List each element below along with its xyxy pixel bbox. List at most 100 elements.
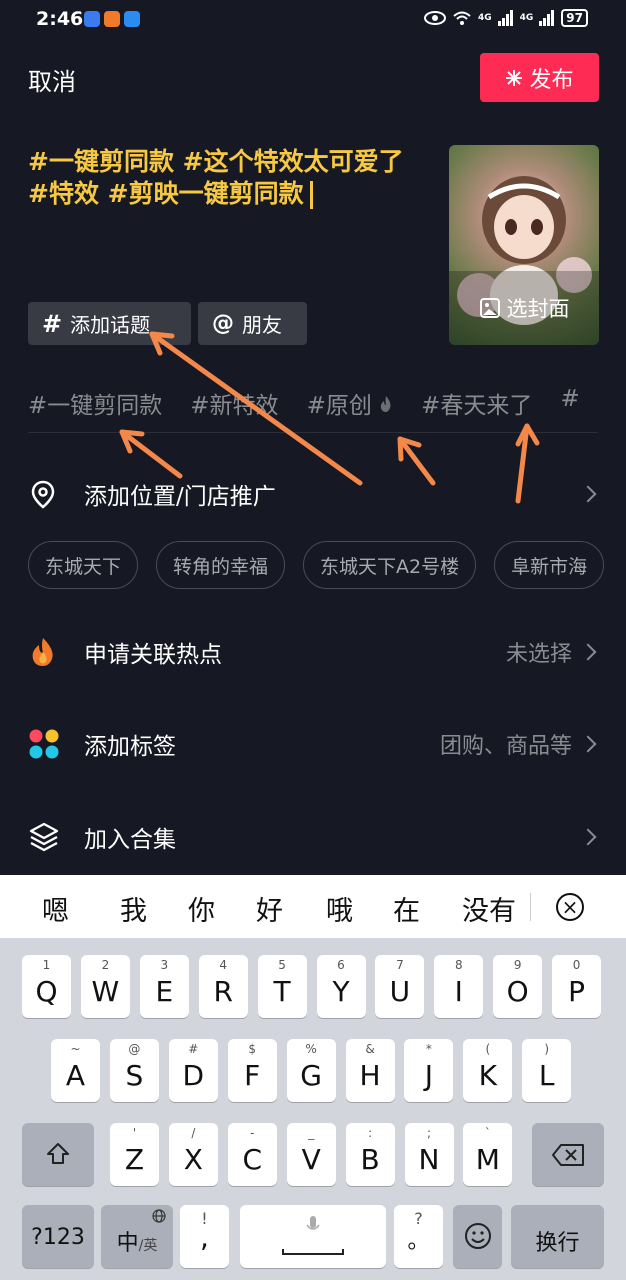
microphone-icon [306,1216,320,1230]
language-key[interactable]: 中/英 [101,1205,173,1268]
cover-thumbnail[interactable]: 选封面 [449,145,599,345]
key-label: F [244,1059,261,1092]
punctuation-key-label: , [200,1221,209,1254]
cancel-button[interactable]: 取消 [28,62,76,97]
key-w[interactable]: 2W [80,955,130,1018]
space-key[interactable] [240,1205,386,1268]
key-label: B [360,1143,380,1176]
status-time: 2:46 [36,8,84,30]
key-alt-label: % [305,1042,317,1056]
sparkle-icon [506,69,523,86]
caption-line-1: #一键剪同款 #这个特效太可爱了 [28,147,404,176]
key-alt-label: _ [308,1126,315,1140]
key-alt-label: 9 [513,958,522,972]
key-e[interactable]: 3E [139,955,189,1018]
close-candidates-icon[interactable]: × [556,893,584,921]
key-label: E [155,975,174,1008]
key-alt-label: ( [485,1042,491,1056]
ime-candidate[interactable]: 嗯 [42,889,69,928]
key-k[interactable]: (K [463,1039,513,1102]
key-alt-label: 3 [160,958,169,972]
key-u[interactable]: 7U [375,955,425,1018]
key-f[interactable]: $ F [227,1039,277,1102]
key-h[interactable]: & H [345,1039,395,1102]
backspace-key[interactable] [532,1123,604,1186]
key-label: W [91,975,120,1008]
key-alt-label: @ [128,1042,141,1056]
key-alt-label: ; [426,1126,432,1140]
key-g[interactable]: % G [286,1039,336,1102]
key-n[interactable]: ; N [404,1123,454,1186]
key-m[interactable]: ` M [463,1123,513,1186]
ime-candidate[interactable]: 我 [120,889,147,928]
key-alt-label: ) [544,1042,550,1056]
key-label: Q [35,975,58,1008]
key-label: L [538,1059,555,1092]
key-q[interactable]: 1Q [22,955,71,1018]
key-o[interactable]: 9O [493,955,543,1018]
video-app-icon [104,11,120,27]
select-cover-label: 选封面 [506,297,570,321]
key-d[interactable]: # D [168,1039,218,1102]
key-y[interactable]: 6Y [316,955,366,1018]
publish-label: 发布 [529,67,574,93]
punctuation-key-2[interactable]: ? 。 [394,1205,443,1268]
text-cursor [309,181,313,209]
ime-candidate[interactable]: 没有 [462,889,516,928]
caption-line-2-text: #特效 #剪映一键剪同款 [28,179,304,208]
symbols-key[interactable]: ?123 [22,1205,94,1268]
key-alt-label: ` [484,1126,491,1140]
ime-candidate-bar: 嗯 我 你 好 哦 在 没有 × [0,875,626,938]
key-label: S [125,1059,144,1092]
emoji-key[interactable] [453,1205,502,1268]
key-v[interactable]: _ V [286,1123,336,1186]
key-label: R [213,975,233,1008]
annotation-arrows [119,331,540,504]
signal-icon [497,10,513,26]
key-label: D [182,1059,205,1092]
key-label: I [454,975,463,1008]
key-alt-label: ~ [70,1042,81,1056]
key-label: T [273,975,291,1008]
key-alt-label: 6 [337,958,345,972]
shift-key[interactable] [22,1123,94,1186]
language-key-text: 中/英 [101,1225,173,1257]
key-j[interactable]: * J [404,1039,454,1102]
key-l[interactable]: ) L [522,1039,572,1102]
notification-icons [84,11,140,27]
backspace-icon [552,1144,584,1166]
key-alt-label: 0 [572,958,581,972]
key-x[interactable]: / X [168,1123,218,1186]
net-label-1: 4G [477,13,492,23]
shift-icon [47,1143,69,1164]
status-right: 4G 4G 97 [423,9,588,27]
key-p[interactable]: 0P [552,955,602,1018]
space-bar-glyph [282,1249,344,1255]
publish-button[interactable]: 发布 [480,53,599,102]
key-s[interactable]: @ S [109,1039,159,1102]
key-z[interactable]: ' Z [110,1123,159,1186]
ime-candidate[interactable]: 好 [256,889,283,928]
punctuation-key[interactable]: ! , [180,1205,229,1268]
key-t[interactable]: 5T [257,955,307,1018]
ime-candidate[interactable]: 哦 [326,889,353,928]
key-alt-label: - [250,1126,255,1140]
key-c[interactable]: -C [227,1123,277,1186]
ime-candidate[interactable]: 你 [188,889,215,928]
caption-input[interactable]: #一键剪同款 #这个特效太可爱了 #特效 #剪映一键剪同款 [28,146,428,210]
key-alt-label: $ [248,1042,256,1056]
language-key-label: 中 [116,1231,139,1256]
candidate-divider [530,893,531,921]
key-label: U [389,975,411,1008]
key-alt-label: ' [132,1126,137,1140]
key-i[interactable]: 8I [434,955,484,1018]
ime-candidate[interactable]: 在 [393,889,420,928]
key-b[interactable]: :B [345,1123,395,1186]
image-icon [479,298,500,318]
key-label: O [506,975,529,1008]
enter-key[interactable]: 换行 [511,1205,604,1268]
key-label: Z [124,1143,145,1176]
key-r[interactable]: 4R [198,955,248,1018]
signal-icon-2 [539,10,555,26]
key-a[interactable]: ~ A [51,1039,100,1102]
